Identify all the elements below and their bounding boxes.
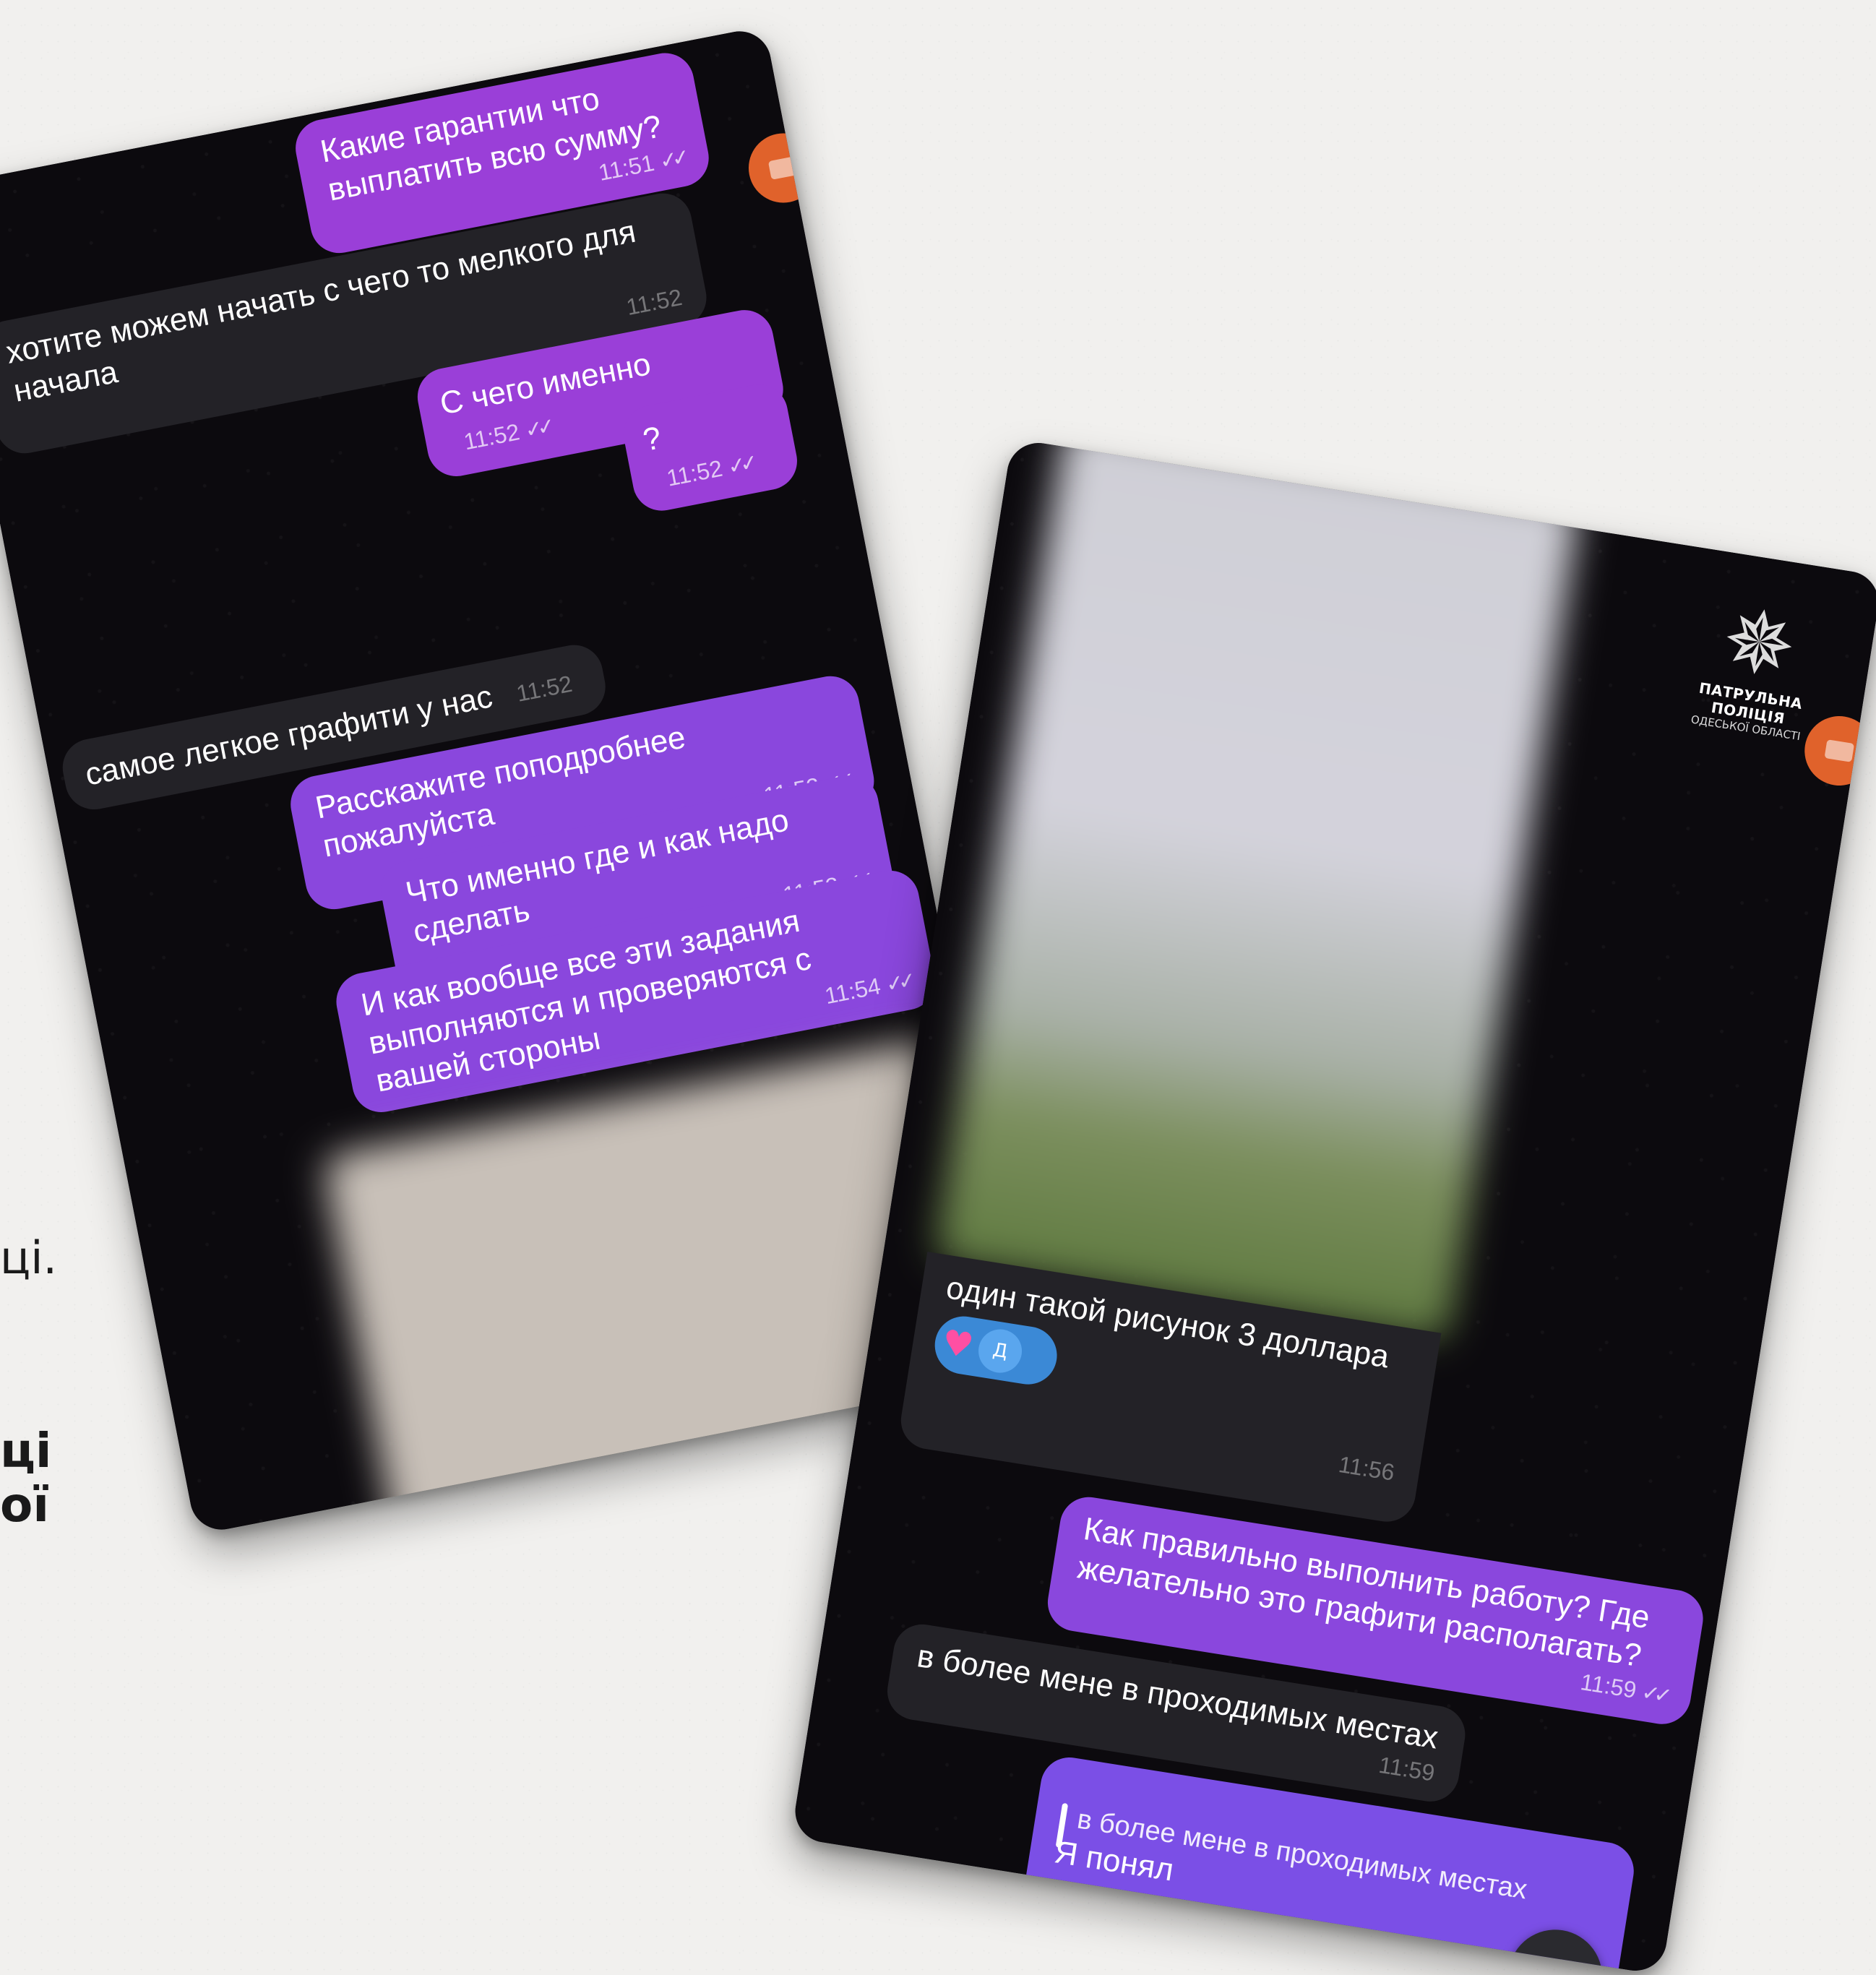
reactor-avatar: Д [975,1326,1025,1376]
heart-with-arrow-icon: ♥ [939,1322,976,1367]
blurred-photo [933,438,1581,1342]
edge-text-3: ої [0,1477,49,1533]
right-chat-screenshot: ✵ ПАТРУЛЬНА ПОЛІЦІЯ ОДЕСЬКОЇ ОБЛАСТІ оди… [791,438,1876,1975]
read-receipt-icon: ✓✓ [657,146,687,174]
message-time: 11:52✓✓ [664,451,755,491]
read-receipt-icon: ✓✓ [884,968,913,997]
chevron-down-icon: ⌄ [1534,1950,1577,1975]
camera-icon [767,156,799,180]
read-receipt-icon: ✓✓ [522,414,552,443]
edge-text-2: ці [0,1423,52,1479]
edge-text-1: ці. [0,1231,58,1284]
read-receipt-icon: ✓✓ [726,451,755,480]
message-time: 11:52✓✓ [461,414,552,455]
camera-button[interactable] [742,127,825,209]
read-receipt-icon: ✓✓ [1640,1680,1669,1708]
message-text: ? [640,420,665,458]
left-chat-screenshot: Какие гарантии что выплатить всю сумму? … [0,25,1027,1536]
message-time: 11:52 [514,670,575,707]
message-time: 11:56 [1336,1450,1397,1486]
camera-icon [1824,739,1855,762]
